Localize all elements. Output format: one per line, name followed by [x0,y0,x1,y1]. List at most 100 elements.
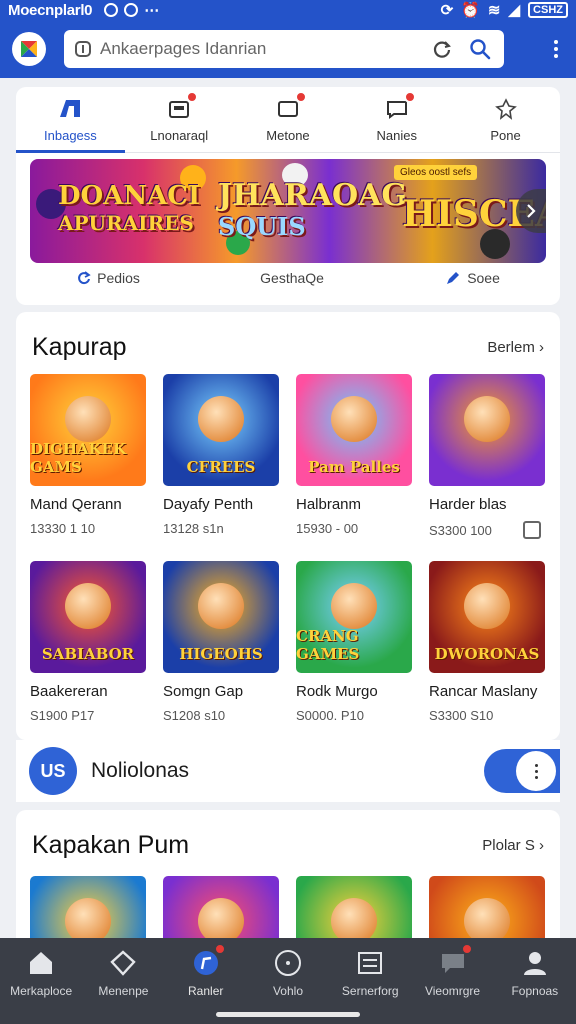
section-title: Kapakan Pum [32,830,190,859]
notification-badge [294,91,307,103]
game-title: Halbranm [296,496,362,513]
sync-icon: ⟳ [440,2,454,19]
chat-icon [386,91,416,122]
game-price: 13128 s1n [163,521,224,536]
character-art [65,583,111,629]
quick-link-pedios[interactable]: Pedios [76,269,140,287]
more-vert-icon[interactable] [516,751,556,791]
character-art [198,583,244,629]
thumbnail-title: HIGEOHS [179,645,263,663]
game-thumbnail[interactable]: DWORONAS [429,561,545,673]
game-meta: S3300 S10 [429,708,545,723]
thumbnail-title: CFREES [186,458,256,476]
thumbnail-title: CRANG GAMES [296,627,360,663]
more-dots-icon: ⋯ [144,2,160,19]
banner-tag: Gleos oostl sefs [394,165,478,180]
notifications-row[interactable]: US Noliolonas [16,740,560,802]
notifications-toggle[interactable] [484,749,560,793]
home-icon [27,948,55,978]
home-indicator [216,1012,360,1017]
section-title: Kapurap [32,332,127,361]
game-thumbnail[interactable]: CFREES [163,374,279,486]
tab-nanies[interactable]: Nanies [342,87,451,152]
message-icon [277,91,307,122]
circle-icon [274,948,302,978]
game-card[interactable]: CFREES Dayafy Penth 13128 s1n [163,374,279,539]
edit-icon [447,272,460,284]
game-title: Dayafy Penth [163,496,254,513]
tab-bar: Inbagess Lnonaraql Metone Nanies Pone [16,87,560,153]
search-bar [64,30,504,68]
notifications-icon: US [29,747,77,795]
wifi-icon: ≋ [487,2,501,19]
select-checkbox[interactable] [523,521,541,539]
notifications-label: Noliolonas [91,759,190,782]
tab-pone[interactable]: Pone [451,87,560,152]
overflow-menu-icon[interactable] [548,34,564,64]
nav-item-menenpe[interactable]: Menenpe [82,938,164,1024]
nav-label: Vieomrgre [424,984,481,998]
character-art [331,396,377,442]
search-input[interactable] [100,39,418,59]
quick-link-label: Pedios [97,270,140,286]
logo-icon [21,41,37,57]
game-thumbnail[interactable] [429,374,545,486]
game-thumbnail[interactable]: SABIABOR [30,561,146,673]
app-bar [0,20,576,78]
section-more-link[interactable]: Berlem › [487,339,544,356]
game-card[interactable]: Pam Palles Halbranm 15930 - 00 [296,374,412,539]
game-meta: 13330 1 10 [30,521,146,536]
game-card[interactable]: HIGEOHS Somgn Gap S1208 s10 [163,561,279,723]
game-thumbnail[interactable]: Pam Palles [296,374,412,486]
status-bar: Moecnplarl0 ⋯ ⟳ ⏰ ≋ ◢ CSHZ [0,0,576,20]
game-meta: S3300 100 [429,521,545,539]
game-card[interactable]: CRANG GAMES Rodk Murgo S0000. P10 [296,561,412,723]
game-thumbnail[interactable]: DIGHAKEK GAMS [30,374,146,486]
nav-label: Menenpe [98,984,149,998]
character-art [198,396,244,442]
quick-link-label: Soee [467,270,500,286]
tab-metone[interactable]: Metone [234,87,343,152]
notification-icon [104,3,119,17]
game-card[interactable]: DIGHAKEK GAMS Mand Qerann 13330 1 10 [30,374,146,539]
game-thumbnail[interactable]: HIGEOHS [163,561,279,673]
nav-item-vieomrgre[interactable]: Vieomrgre [411,938,493,1024]
game-meta: S1208 s10 [163,708,279,723]
game-card[interactable]: DWORONAS Rancar Maslany S3300 S10 [429,561,545,723]
game-price: S3300 100 [429,522,492,538]
game-price: 15930 - 00 [296,521,359,536]
game-grid: DIGHAKEK GAMS Mand Qerann 13330 1 10 CFREES… [30,374,546,723]
game-price: S0000. P10 [296,708,364,723]
game-title: Somgn Gap [163,683,244,700]
tab-inbagess[interactable]: Inbagess [16,87,125,153]
info-icon [75,41,91,57]
thumbnail-title: DIGHAKEK GAMS [30,440,127,476]
notification-badge [460,943,473,955]
app-logo[interactable] [12,32,46,66]
tab-lnonaraql[interactable]: Lnonaraql [125,87,234,152]
store-icon [56,96,84,122]
tab-label: Metone [266,128,310,143]
banner-title-1: DOANACI APURAIRES [58,181,201,235]
section-more-link[interactable]: Plolar S › [482,837,544,854]
thumbnail-title: Pam Palles [308,458,400,476]
game-title: Harder blas [429,496,507,513]
refresh-icon[interactable] [428,35,456,63]
chevron-right-icon [527,204,536,218]
search-icon[interactable] [466,35,494,63]
notification-badge [213,943,226,955]
inbox-icon [168,91,199,122]
game-card[interactable]: Harder blas S3300 100 [429,374,545,539]
quick-link-gesthaqe[interactable]: GesthaQe [260,269,324,287]
character-art [464,396,510,442]
game-card[interactable]: SABIABOR Baakereran S1900 P17 [30,561,146,723]
game-thumbnail[interactable]: CRANG GAMES [296,561,412,673]
game-title: Baakereran [30,683,108,700]
compass-icon [192,943,226,978]
nav-item-merkaploce[interactable]: Merkaploce [0,938,82,1024]
nav-item-fopnoas[interactable]: Fopnoas [494,938,576,1024]
promo-banner[interactable]: DOANACI APURAIRES JHARAOAG SQUIS Gleos oos… [30,159,546,263]
quick-link-soee[interactable]: Soee [444,269,500,287]
quick-link-label: GesthaQe [260,270,324,286]
character-art [331,583,377,629]
